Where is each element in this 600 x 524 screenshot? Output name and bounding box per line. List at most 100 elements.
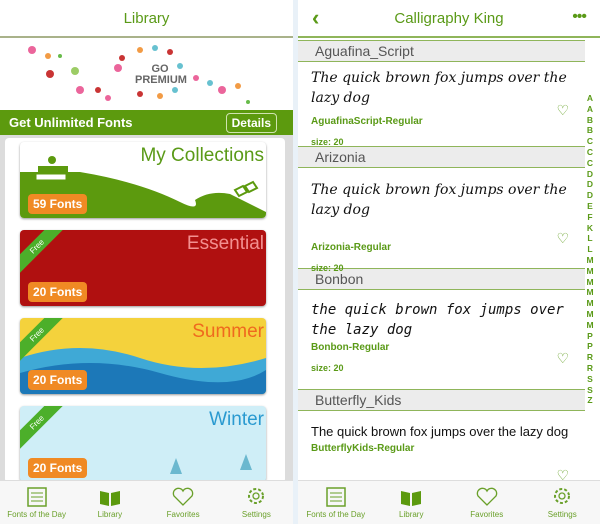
font-name: ButterflyKids-Regular xyxy=(311,443,415,454)
collection-title: Essential xyxy=(186,233,264,254)
font-size: size: 20 xyxy=(311,263,344,273)
gear-icon xyxy=(554,488,571,504)
index-letter[interactable]: P xyxy=(587,331,593,342)
tab-label: Settings xyxy=(241,510,271,519)
nav-bar: Library xyxy=(0,0,293,38)
favorite-heart-icon[interactable]: ♡ xyxy=(556,102,569,119)
index-letter[interactable]: C xyxy=(587,158,593,169)
index-letter[interactable]: S xyxy=(587,385,593,396)
gear-icon xyxy=(248,488,265,504)
more-icon[interactable]: ••• xyxy=(572,8,587,26)
page-title: Library xyxy=(123,9,170,27)
font-list-screen: ‹ Calligraphy King ••• Aguafina_Script T… xyxy=(298,0,600,524)
index-letter[interactable]: C xyxy=(587,147,593,158)
tab-library[interactable]: Library xyxy=(374,481,450,524)
index-letter[interactable]: R xyxy=(587,363,593,374)
favorite-heart-icon[interactable]: ♡ xyxy=(556,350,569,367)
tab-bar: Fonts of the Day Library Favorites Setti… xyxy=(298,480,600,524)
font-sample: The quick brown fox jumps over the lazy … xyxy=(311,424,569,439)
details-button[interactable]: Details xyxy=(225,112,277,133)
section-header: Butterfly_Kids xyxy=(298,389,585,411)
font-count-badge: 20 Fonts xyxy=(28,282,88,302)
book-icon xyxy=(401,491,422,506)
book-icon xyxy=(99,491,120,506)
font-sample: The quick brown fox jumps over the lazy … xyxy=(311,70,567,106)
index-letter[interactable]: D xyxy=(587,190,593,201)
tab-bar: Fonts of the Day Library Favorites Setti… xyxy=(0,480,293,524)
index-letter[interactable]: C xyxy=(587,136,593,147)
index-letter[interactable]: M xyxy=(586,309,593,320)
unlimited-fonts-bar: Get Unlimited Fonts Details xyxy=(0,110,293,135)
page-title: Calligraphy King xyxy=(394,9,504,27)
index-letter[interactable]: M xyxy=(586,298,593,309)
nav-bar: ‹ Calligraphy King ••• xyxy=(298,0,600,38)
tab-favorites[interactable]: Favorites xyxy=(147,481,220,524)
index-letter[interactable]: E xyxy=(587,201,593,212)
font-count-badge: 20 Fonts xyxy=(28,458,88,478)
font-name: Bonbon-Regular xyxy=(311,342,390,353)
alphabet-index[interactable]: AABBCCCDDDEFKLLMMMMMMMPPRRSSZ xyxy=(583,93,597,406)
font-sample: The quick brown fox jumps over the lazy … xyxy=(311,182,567,218)
collection-title: My Collections xyxy=(140,145,264,166)
font-item[interactable]: The quick brown fox jumps over the lazy … xyxy=(298,411,585,483)
heart-icon xyxy=(476,487,497,506)
collection-card-winter[interactable]: Free Winter 20 Fonts xyxy=(20,406,266,482)
list-icon xyxy=(26,487,47,507)
index-letter[interactable]: M xyxy=(586,255,593,266)
collections-panel: My Collections 59 Fonts Free Essential 2… xyxy=(5,138,285,483)
collection-card-my-collections[interactable]: My Collections 59 Fonts xyxy=(20,142,266,218)
go-premium-text: GO PREMIUM xyxy=(135,63,187,86)
font-name: Arizonia-Regular xyxy=(311,242,392,253)
tab-library[interactable]: Library xyxy=(73,481,146,524)
collection-title: Summer xyxy=(192,321,264,342)
tab-settings[interactable]: Settings xyxy=(220,481,293,524)
index-letter[interactable]: K xyxy=(587,223,593,234)
index-letter[interactable]: M xyxy=(586,277,593,288)
index-letter[interactable]: L xyxy=(587,233,592,244)
collection-card-summer[interactable]: Free Summer 20 Fonts xyxy=(20,318,266,394)
index-letter[interactable]: D xyxy=(587,169,593,180)
tab-label: Settings xyxy=(547,510,577,519)
index-letter[interactable]: D xyxy=(587,179,593,190)
library-screen: Library GO PREMIUM Get Unlimited Fonts D… xyxy=(0,0,293,524)
font-name: AguafinaScript-Regular xyxy=(311,116,423,127)
index-letter[interactable]: B xyxy=(587,125,593,136)
font-item[interactable]: the quick brown fox jumps over the lazy … xyxy=(298,290,585,389)
index-letter[interactable]: M xyxy=(586,287,593,298)
index-letter[interactable]: S xyxy=(587,374,593,385)
index-letter[interactable]: Z xyxy=(587,395,592,406)
tab-favorites[interactable]: Favorites xyxy=(449,481,525,524)
font-sections: Aguafina_Script The quick brown fox jump… xyxy=(298,40,600,483)
font-size: size: 20 xyxy=(311,137,344,147)
index-letter[interactable]: R xyxy=(587,352,593,363)
font-count-badge: 20 Fonts xyxy=(28,370,88,390)
index-letter[interactable]: P xyxy=(587,341,593,352)
index-letter[interactable]: M xyxy=(586,320,593,331)
tab-settings[interactable]: Settings xyxy=(525,481,600,524)
index-letter[interactable]: L xyxy=(587,244,592,255)
go-premium-banner[interactable]: GO PREMIUM xyxy=(0,38,293,110)
font-item[interactable]: The quick brown fox jumps over the lazy … xyxy=(298,62,585,147)
tab-fonts-of-the-day[interactable]: Fonts of the Day xyxy=(298,481,374,524)
collections-list: My Collections 59 Fonts Free Essential 2… xyxy=(0,135,293,483)
font-count-badge: 59 Fonts xyxy=(28,194,88,214)
index-letter[interactable]: A xyxy=(587,104,593,115)
index-letter[interactable]: M xyxy=(586,266,593,277)
tab-label: Favorites xyxy=(166,510,200,519)
favorite-heart-icon[interactable]: ♡ xyxy=(556,230,569,247)
tab-label: Library xyxy=(97,510,123,519)
index-letter[interactable]: F xyxy=(587,212,592,223)
font-item[interactable]: The quick brown fox jumps over the lazy … xyxy=(298,168,585,273)
section-header: Aguafina_Script xyxy=(298,40,585,62)
index-letter[interactable]: B xyxy=(587,115,593,126)
list-icon xyxy=(326,487,346,507)
collection-card-essential[interactable]: Free Essential 20 Fonts xyxy=(20,230,266,306)
tab-fonts-of-the-day[interactable]: Fonts of the Day xyxy=(0,481,73,524)
font-size: size: 20 xyxy=(311,363,344,373)
index-letter[interactable]: A xyxy=(587,93,593,104)
font-sample: the quick brown fox jumps over the lazy … xyxy=(311,302,564,338)
promo-label: Get Unlimited Fonts xyxy=(9,115,133,130)
free-ribbon: Free xyxy=(20,230,67,276)
back-chevron-icon[interactable]: ‹ xyxy=(312,5,319,31)
tab-label: Fonts of the Day xyxy=(306,510,366,519)
